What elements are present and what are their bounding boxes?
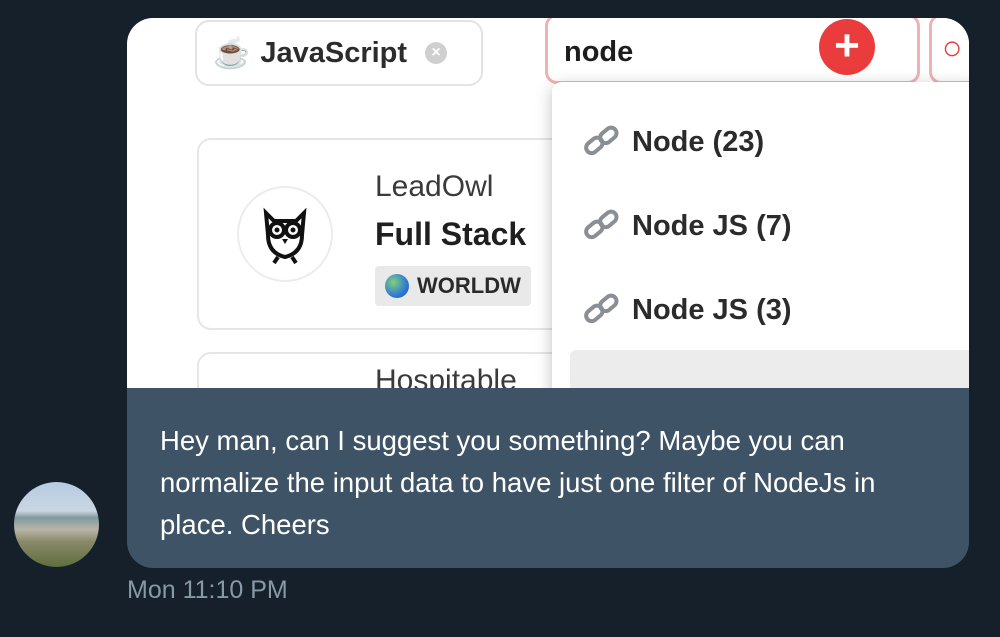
globe-icon <box>385 274 409 298</box>
message-bubble: ☕ JavaScript × + ○ Lea <box>127 18 969 568</box>
link-icon <box>584 125 619 156</box>
tag-chip-javascript[interactable]: ☕ JavaScript × <box>195 20 483 86</box>
tag-chip-label: JavaScript <box>260 36 408 69</box>
avatar[interactable] <box>14 482 99 567</box>
job-card[interactable]: Hospitable <box>197 352 607 388</box>
screenshot-attachment[interactable]: ☕ JavaScript × + ○ Lea <box>127 18 969 388</box>
dropdown-option-label: Node JS (7) <box>632 209 792 242</box>
company-name: LeadOwl <box>375 170 494 203</box>
dropdown-option[interactable]: Node JS (3) <box>580 290 792 330</box>
search-input[interactable] <box>564 33 794 71</box>
message-timestamp: Mon 11:10 PM <box>127 576 288 604</box>
partial-icon: ○ <box>942 29 963 67</box>
secondary-filter-box[interactable]: ○ <box>929 18 969 84</box>
job-role: Full Stack <box>375 216 527 252</box>
location-badge: WORLDW <box>375 266 531 306</box>
add-button[interactable]: + <box>819 19 875 75</box>
link-icon <box>584 293 619 324</box>
location-label: WORLDW <box>417 273 521 298</box>
close-icon[interactable]: × <box>425 42 448 64</box>
company-name: Hospitable <box>375 364 517 388</box>
job-card[interactable]: LeadOwl Full Stack WORLDW <box>197 138 607 330</box>
dropdown-option-partial[interactable] <box>570 350 969 388</box>
dropdown-option[interactable]: Node JS (7) <box>580 206 792 246</box>
dropdown-option[interactable]: Node (23) <box>580 122 764 162</box>
dropdown-option-label: Node JS (3) <box>632 293 792 326</box>
dropdown-option-label: Node (23) <box>632 125 765 158</box>
link-icon <box>584 209 619 240</box>
search-box[interactable]: + <box>545 18 920 84</box>
autocomplete-dropdown: Node (23) Node JS (7) Node JS (3) <box>552 82 969 388</box>
owl-logo-icon <box>237 186 333 282</box>
message-text: Hey man, can I suggest you something? Ma… <box>160 425 876 540</box>
coffee-icon: ☕ <box>213 36 251 70</box>
